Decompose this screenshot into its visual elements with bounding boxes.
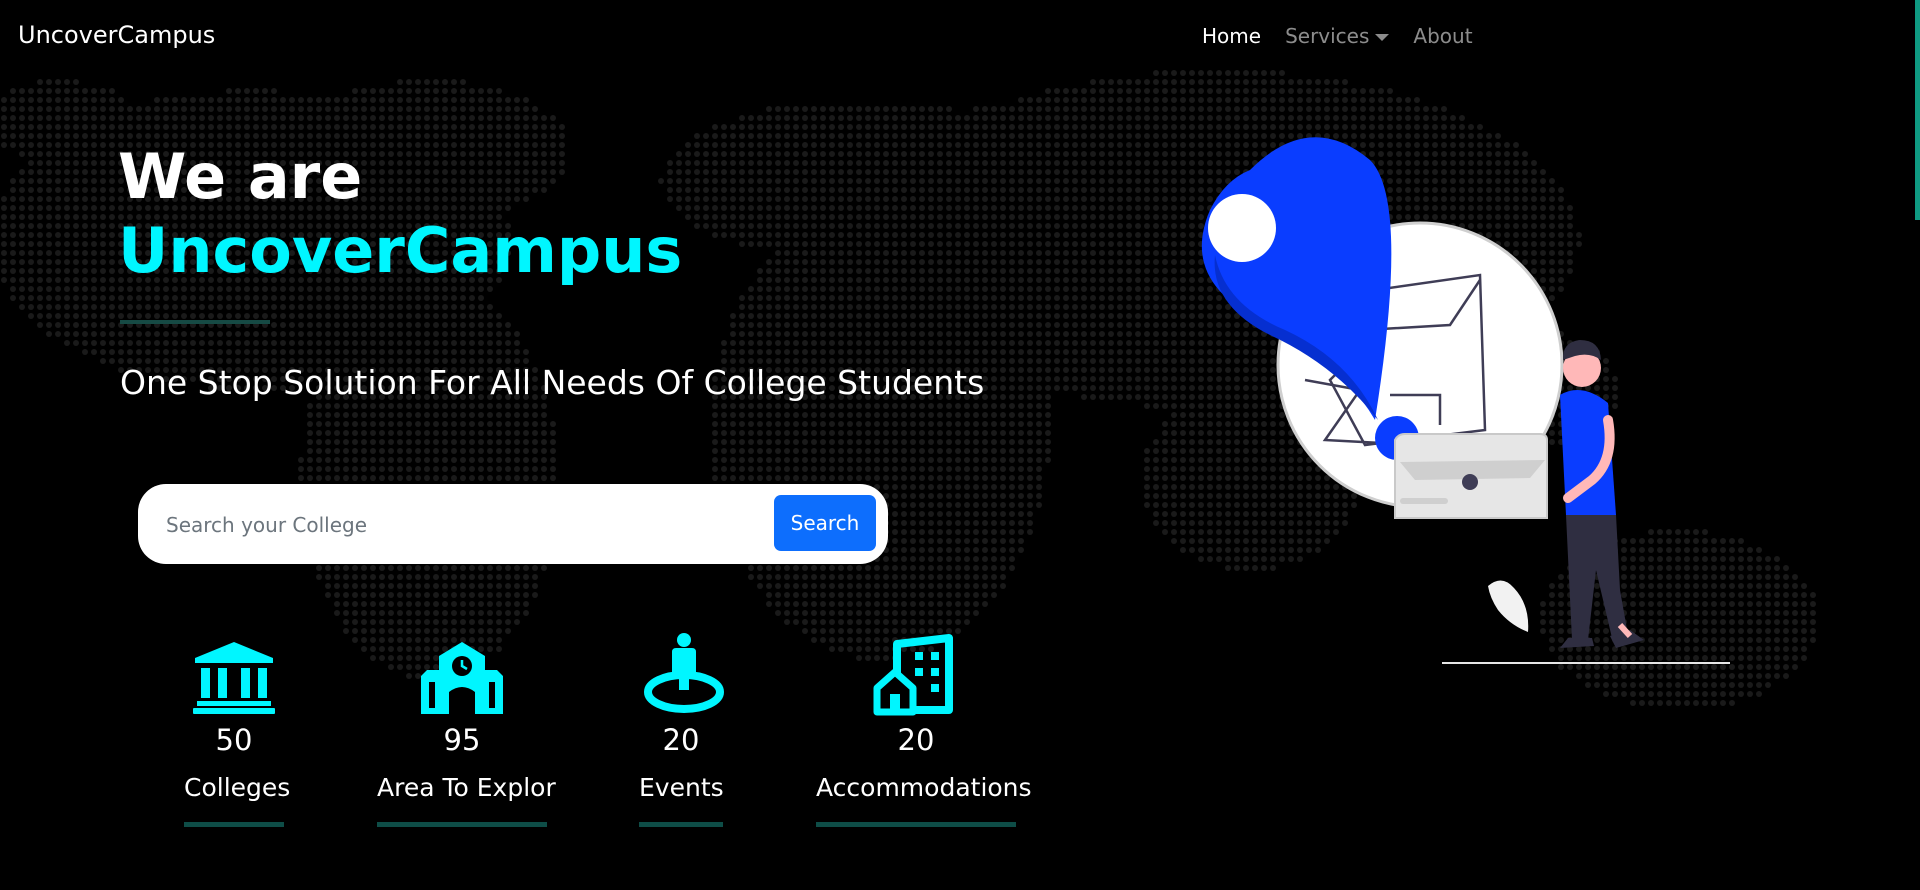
brand-logo[interactable]: UncoverCampus bbox=[18, 21, 215, 49]
stat-underline bbox=[639, 822, 723, 827]
nav-about[interactable]: About bbox=[1413, 24, 1472, 48]
stat-value: 20 bbox=[897, 723, 935, 757]
hero-illustration bbox=[1201, 137, 1730, 664]
stat-label: Colleges bbox=[184, 773, 291, 802]
nav-links: Home Services About bbox=[1202, 24, 1497, 48]
person-pin-icon bbox=[644, 633, 724, 713]
stats-row: 50 Colleges 95 Area To Explor 20 Events … bbox=[0, 630, 1100, 850]
hero-title-brand: UncoverCampus bbox=[118, 214, 683, 287]
search-input[interactable] bbox=[164, 504, 728, 546]
stat-events: 20 Events bbox=[639, 630, 724, 827]
hero-title: We are UncoverCampus bbox=[118, 140, 682, 288]
stat-value: 20 bbox=[662, 723, 700, 757]
stat-colleges: 50 Colleges bbox=[184, 630, 291, 827]
plant-graphic bbox=[1488, 580, 1529, 632]
nav-home[interactable]: Home bbox=[1202, 24, 1261, 48]
school-icon bbox=[421, 642, 503, 714]
stat-label: Area To Explor bbox=[377, 773, 556, 802]
chevron-down-icon bbox=[1375, 33, 1390, 41]
stat-accommodations: 20 Accommodations bbox=[816, 630, 1032, 827]
search-bar: Search bbox=[138, 484, 888, 564]
university-icon bbox=[193, 642, 275, 714]
title-underline bbox=[120, 320, 270, 324]
stat-label: Accommodations bbox=[816, 773, 1032, 802]
building-icon bbox=[873, 634, 953, 716]
navbar: UncoverCampus Home Services About bbox=[0, 0, 1920, 76]
stat-label: Events bbox=[639, 773, 724, 802]
person-graphic bbox=[1560, 340, 1644, 648]
stat-underline bbox=[184, 822, 284, 827]
laptop-graphic bbox=[1394, 433, 1548, 519]
page: UncoverCampus Home Services About We are… bbox=[0, 0, 1920, 890]
stat-underline bbox=[377, 822, 547, 827]
search-button[interactable]: Search bbox=[774, 495, 876, 551]
stat-value: 95 bbox=[443, 723, 481, 757]
stat-value: 50 bbox=[215, 723, 253, 757]
hero-tagline: One Stop Solution For All Needs Of Colle… bbox=[120, 363, 985, 402]
hero-title-line1: We are bbox=[118, 140, 363, 213]
nav-services-label: Services bbox=[1285, 24, 1370, 48]
nav-services[interactable]: Services bbox=[1285, 24, 1390, 48]
stat-underline bbox=[816, 822, 1016, 827]
scrollbar-thumb[interactable] bbox=[1915, 0, 1920, 220]
stat-area: 95 Area To Explor bbox=[377, 630, 556, 827]
